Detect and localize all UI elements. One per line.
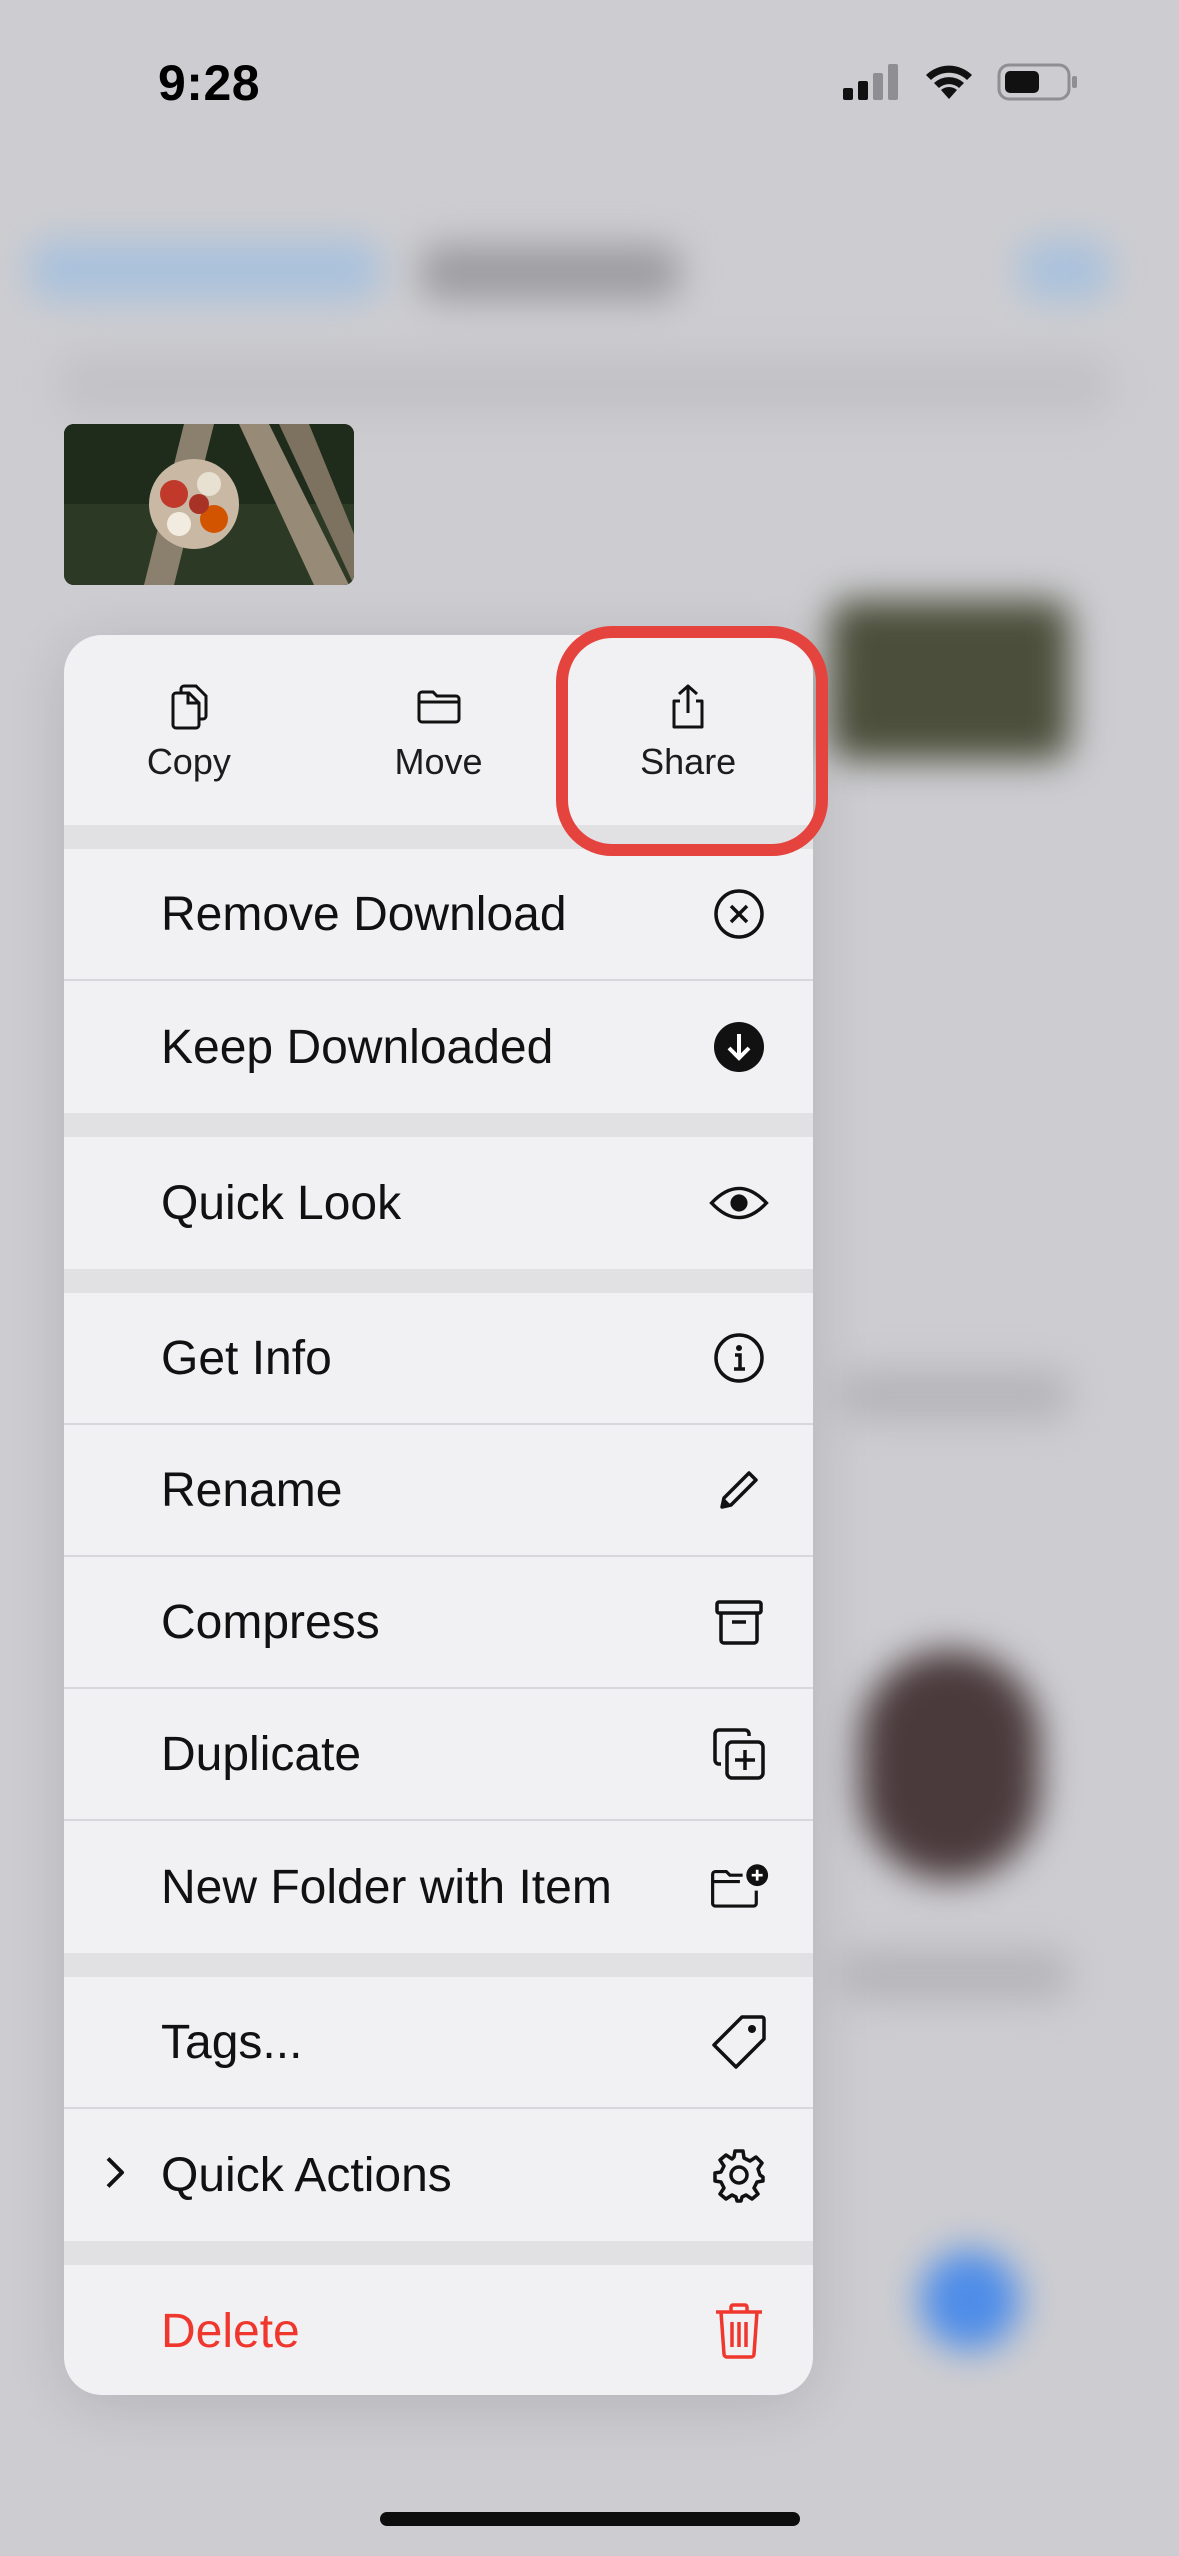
status-bar: 9:28 — [0, 0, 1179, 170]
remove-download-item[interactable]: Remove Download — [64, 849, 813, 981]
tags-label: Tags... — [161, 2015, 303, 2069]
copy-icon — [171, 684, 208, 730]
remove-download-label: Remove Download — [161, 887, 567, 941]
quick-actions-item[interactable]: Quick Actions — [64, 2109, 813, 2241]
pencil-icon — [709, 1460, 769, 1520]
move-label: Move — [394, 741, 483, 782]
context-menu: Copy Move Share Remove Download Keep Dow… — [64, 635, 813, 2395]
copy-button[interactable]: Copy — [64, 635, 314, 825]
info-circle-icon — [709, 1328, 769, 1388]
cellular-signal-icon — [843, 64, 898, 100]
battery-icon — [997, 63, 1077, 101]
chevron-right-icon — [104, 2156, 126, 2195]
archive-box-icon — [709, 1592, 769, 1652]
section-separator — [64, 1953, 813, 1977]
section-separator — [64, 1269, 813, 1293]
quick-actions-label: Quick Actions — [161, 2148, 452, 2202]
home-indicator[interactable] — [380, 2512, 800, 2526]
eye-icon — [709, 1173, 769, 1233]
compress-label: Compress — [161, 1595, 380, 1649]
download-circle-icon — [709, 1017, 769, 1077]
section-separator — [64, 2241, 813, 2265]
rename-item[interactable]: Rename — [64, 1425, 813, 1557]
tag-icon — [709, 2012, 769, 2072]
compress-item[interactable]: Compress — [64, 1557, 813, 1689]
keep-downloaded-label: Keep Downloaded — [161, 1020, 554, 1074]
quick-look-item[interactable]: Quick Look — [64, 1137, 813, 1269]
move-button[interactable]: Move — [314, 635, 564, 825]
folder-icon — [417, 690, 460, 724]
keep-downloaded-item[interactable]: Keep Downloaded — [64, 981, 813, 1113]
delete-item[interactable]: Delete — [64, 2265, 813, 2395]
tags-item[interactable]: Tags... — [64, 1977, 813, 2109]
wifi-icon — [926, 65, 972, 99]
section-separator — [64, 1113, 813, 1137]
share-highlight-annotation — [556, 626, 828, 856]
gear-icon — [709, 2145, 769, 2205]
rename-label: Rename — [161, 1463, 343, 1517]
delete-label: Delete — [161, 2304, 300, 2358]
duplicate-label: Duplicate — [161, 1727, 362, 1781]
quick-look-label: Quick Look — [161, 1176, 402, 1230]
get-info-label: Get Info — [161, 1331, 332, 1385]
copy-label: Copy — [146, 741, 231, 782]
new-folder-with-item-item[interactable]: New Folder with Item — [64, 1821, 813, 1953]
trash-icon — [709, 2301, 769, 2361]
duplicate-item[interactable]: Duplicate — [64, 1689, 813, 1821]
status-time: 9:28 — [158, 55, 261, 111]
x-circle-icon — [709, 884, 769, 944]
file-thumbnail — [64, 424, 354, 585]
status-icons — [843, 62, 1079, 102]
get-info-item[interactable]: Get Info — [64, 1293, 813, 1425]
plus-square-on-square-icon — [709, 1724, 769, 1784]
folder-badge-plus-icon — [709, 1857, 769, 1917]
new-folder-with-item-label: New Folder with Item — [161, 1860, 612, 1914]
